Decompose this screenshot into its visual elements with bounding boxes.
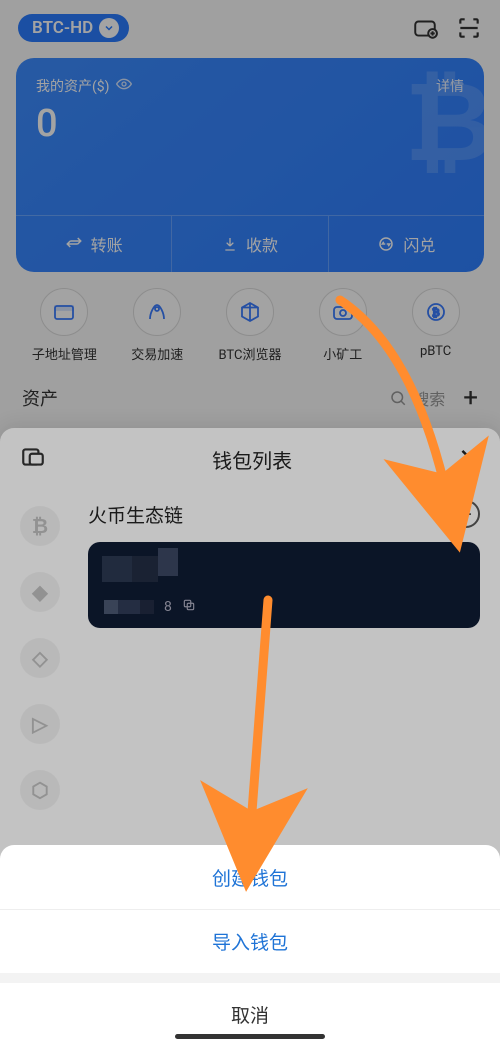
import-wallet-option[interactable]: 导入钱包 <box>0 909 500 973</box>
create-wallet-label: 创建钱包 <box>212 864 288 891</box>
create-wallet-option[interactable]: 创建钱包 <box>0 845 500 909</box>
cancel-label: 取消 <box>231 1001 269 1028</box>
home-indicator <box>175 1034 325 1039</box>
import-wallet-label: 导入钱包 <box>212 928 288 955</box>
action-sheet: 创建钱包 导入钱包 取消 <box>0 845 500 1045</box>
action-sheet-spacer <box>0 973 500 983</box>
